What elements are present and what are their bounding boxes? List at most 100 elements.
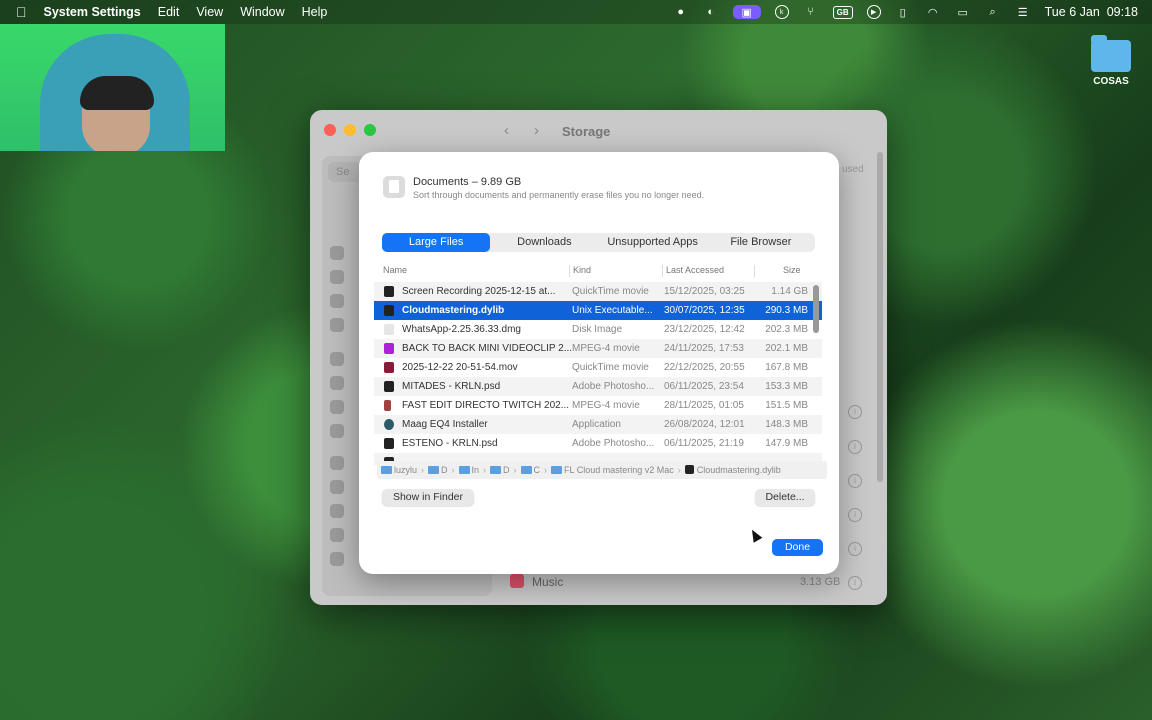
nvidia-icon[interactable]: ◐ — [703, 5, 719, 19]
column-header-kind[interactable]: Kind — [573, 265, 591, 275]
column-divider — [569, 265, 570, 277]
back-icon[interactable]: ‹ — [504, 122, 509, 139]
window-scrollbar[interactable] — [877, 152, 883, 482]
file-name: WhatsApp-2.25.36.33.dmg — [402, 324, 521, 335]
k-label: k — [779, 8, 784, 16]
tab-file-browser[interactable]: File Browser — [707, 233, 815, 252]
sidebar-item[interactable] — [330, 528, 344, 542]
window-title: Storage — [562, 124, 611, 139]
keyboard-layout-icon[interactable]: GB — [832, 5, 853, 19]
music-icon — [510, 574, 524, 588]
table-row[interactable]: MITADES - KRLN.psd Adobe Photosho... 06/… — [374, 377, 822, 396]
file-name: FAST EDIT DIRECTO TWITCH 202... — [402, 400, 570, 411]
sidebar-item[interactable] — [330, 352, 344, 366]
column-header-name[interactable]: Name — [383, 265, 407, 275]
info-icon[interactable]: i — [848, 508, 862, 522]
sidebar-item[interactable] — [330, 270, 344, 284]
sidebar-item[interactable] — [330, 400, 344, 414]
column-header-size[interactable]: Size — [783, 265, 801, 275]
file-name: MITADES - KRLN.psd — [402, 381, 501, 392]
wifi-icon[interactable]: ◠ — [925, 5, 941, 19]
menu-window[interactable]: Window — [240, 5, 284, 19]
sidebar-item[interactable] — [330, 424, 344, 438]
app-menu-system-settings[interactable]: System Settings — [44, 5, 141, 19]
show-in-finder-button[interactable]: Show in Finder — [382, 489, 474, 506]
storage-item-music[interactable]: Music — [510, 574, 563, 589]
info-icon[interactable]: i — [848, 474, 862, 488]
search-icon[interactable]: ⌕ — [985, 5, 1001, 19]
sidebar-item[interactable] — [330, 480, 344, 494]
table-header: Name Kind Last Accessed Size — [383, 265, 823, 279]
file-kind: MPEG-4 movie — [572, 343, 640, 354]
battery-icon[interactable]: ▭ — [955, 5, 971, 19]
webcam-overlay — [0, 24, 225, 151]
path-segment[interactable]: FL Cloud mastering v2 Mac — [551, 465, 674, 475]
info-icon[interactable]: i — [848, 576, 862, 590]
delete-button[interactable]: Delete... — [755, 489, 815, 506]
column-header-last-accessed[interactable]: Last Accessed — [666, 265, 724, 275]
folder-icon — [458, 466, 470, 474]
sidebar-item[interactable] — [330, 456, 344, 470]
table-row-selected[interactable]: Cloudmastering.dylib Unix Executable... … — [374, 301, 822, 320]
menu-edit[interactable]: Edit — [158, 5, 180, 19]
path-separator: › — [451, 465, 455, 475]
table-row[interactable]: WhatsApp-2.25.36.33.dmg Disk Image 23/12… — [374, 320, 822, 339]
desktop-folder-label: COSAS — [1093, 76, 1129, 87]
path-segment[interactable]: C — [520, 465, 540, 475]
path-segment[interactable]: luzylu — [381, 465, 417, 475]
folder-icon — [520, 466, 532, 474]
file-size: 202.1 MB — [765, 343, 808, 354]
file-size: 153.3 MB — [765, 381, 808, 392]
dot-icon[interactable]: ● — [673, 5, 689, 19]
file-kind: QuickTime movie — [572, 286, 649, 297]
table-row[interactable]: 2025-12-22 20-51-54.mov QuickTime movie … — [374, 358, 822, 377]
menu-view[interactable]: View — [196, 5, 223, 19]
table-row[interactable]: ESTENO - KRLN.psd Adobe Photosho... 06/1… — [374, 434, 822, 453]
done-button[interactable]: Done — [772, 539, 823, 556]
menu-help[interactable]: Help — [302, 5, 328, 19]
sidebar-item[interactable] — [330, 376, 344, 390]
table-row[interactable]: FAST EDIT DIRECTO TWITCH 202... MPEG-4 m… — [374, 396, 822, 415]
control-center-icon[interactable]: ☰ — [1015, 5, 1031, 19]
sidebar-item[interactable] — [330, 294, 344, 308]
apple-icon[interactable]:  — [16, 4, 27, 20]
table-scrollbar[interactable] — [813, 285, 819, 333]
sidebar-item[interactable] — [330, 504, 344, 518]
segmented-control: Large Files Downloads Unsupported Apps F… — [382, 233, 815, 252]
file-last-accessed: 28/11/2025, 01:05 — [664, 400, 744, 411]
screen-record-icon[interactable]: ▣ — [732, 5, 761, 19]
table-row[interactable]: Maag EQ4 Installer Application 26/08/202… — [374, 415, 822, 434]
fork-icon[interactable]: ⑂ — [803, 5, 819, 19]
menubar-clock[interactable]: Tue 6 Jan 09:18 — [1045, 5, 1138, 19]
sidebar-item[interactable] — [330, 246, 344, 260]
tab-downloads[interactable]: Downloads — [490, 233, 598, 252]
forward-icon[interactable]: › — [534, 122, 539, 139]
minimize-button[interactable] — [344, 124, 356, 136]
table-row[interactable]: Screen Recording 2025-12-15 at... QuickT… — [374, 282, 822, 301]
path-segment-label: D — [503, 465, 510, 475]
sidebar-item[interactable] — [330, 552, 344, 566]
path-segment[interactable]: Cloudmastering.dylib — [684, 465, 781, 475]
k-icon[interactable]: k — [774, 5, 789, 19]
folder-icon — [381, 466, 392, 474]
desktop-folder-cosas[interactable]: COSAS — [1084, 35, 1138, 87]
tab-large-files[interactable]: Large Files — [382, 233, 491, 252]
play-icon[interactable]: ▶ — [866, 5, 881, 19]
close-button[interactable] — [324, 124, 336, 136]
path-segment-label: Cloudmastering.dylib — [696, 465, 781, 475]
category-name: Documents — [413, 176, 469, 188]
path-segment[interactable]: In — [458, 465, 479, 475]
table-row[interactable]: BACK TO BACK MINI VIDEOCLIP 2... MPEG-4 … — [374, 339, 822, 358]
file-name: Maag EQ4 Installer — [402, 419, 488, 430]
sidebar-item[interactable] — [330, 318, 344, 332]
path-segment[interactable]: D — [490, 465, 510, 475]
info-icon[interactable]: i — [848, 405, 862, 419]
path-segment[interactable]: D — [428, 465, 448, 475]
clipboard-icon[interactable]: ▯ — [895, 5, 911, 19]
zoom-button[interactable] — [364, 124, 376, 136]
application-icon — [384, 419, 394, 430]
path-bar: luzylu › D › In › D › C › FL Cloud mastering … — [377, 461, 827, 479]
info-icon[interactable]: i — [848, 542, 862, 556]
info-icon[interactable]: i — [848, 440, 862, 454]
tab-unsupported-apps[interactable]: Unsupported Apps — [599, 233, 707, 252]
